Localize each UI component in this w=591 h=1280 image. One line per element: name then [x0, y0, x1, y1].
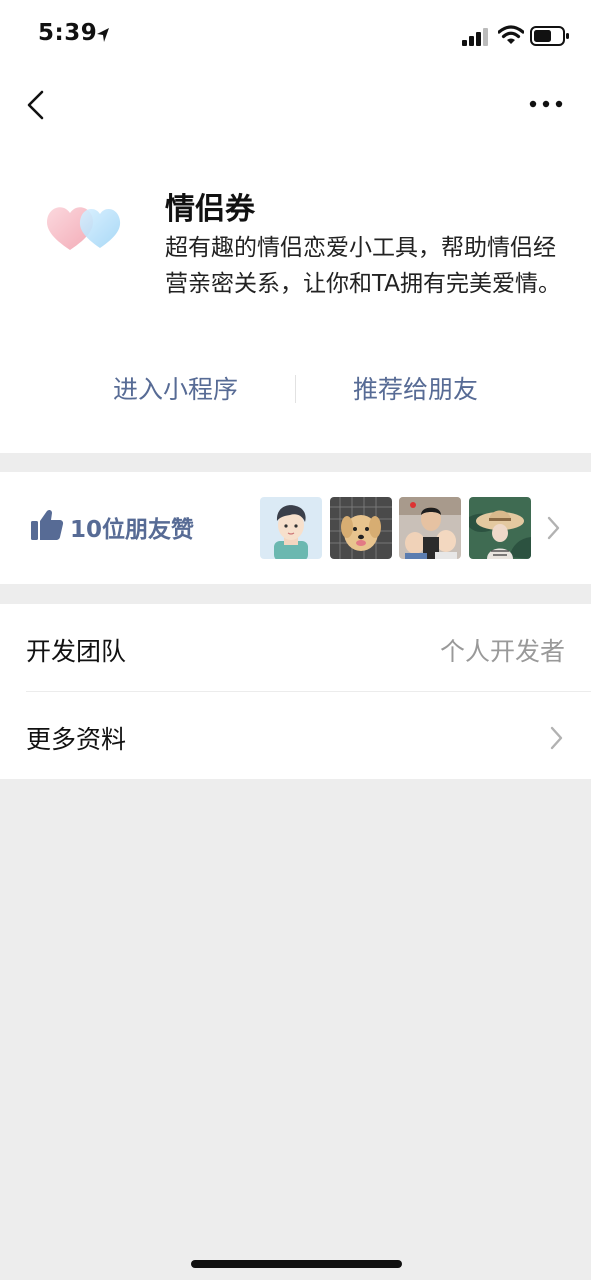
battery-icon — [530, 26, 569, 46]
more-info-label: 更多资料 — [26, 725, 127, 754]
friend-avatar-hat — [469, 497, 531, 559]
hearts-logo-icon — [46, 207, 121, 250]
more-info-row[interactable]: 更多资料 — [0, 692, 591, 779]
signal-icon — [462, 28, 488, 46]
back-chevron-icon[interactable] — [24, 88, 48, 122]
thumbs-up-icon — [31, 509, 64, 540]
more-dots-icon[interactable] — [528, 98, 564, 112]
chevron-right-icon — [550, 726, 563, 750]
app-title: 情侣券 — [165, 192, 255, 227]
chevron-right-icon — [547, 516, 560, 540]
location-arrow-icon — [97, 28, 109, 42]
developer-value: 个人开发者 — [439, 637, 565, 666]
wifi-icon — [498, 25, 524, 44]
friend-avatar-family — [399, 497, 461, 559]
nav-bar — [0, 70, 591, 140]
action-divider — [295, 375, 296, 403]
developer-row: 开发团队 个人开发者 — [0, 604, 591, 691]
friend-avatar-puppy — [330, 497, 392, 559]
enter-mini-program-button[interactable]: 进入小程序 — [88, 370, 263, 410]
recommend-to-friend-button[interactable]: 推荐给朋友 — [328, 370, 503, 410]
status-bar: 5:39 — [0, 0, 591, 70]
likes-count-text: 10位朋友赞 — [70, 517, 195, 543]
info-list: 开发团队 个人开发者 更多资料 — [0, 604, 591, 779]
developer-label: 开发团队 — [26, 637, 127, 666]
status-time: 5:39 — [38, 20, 98, 46]
friend-avatar-cartoon — [260, 497, 322, 559]
header-card: 5:39 情侣券 超有趣的情侣恋爱小工具，帮助情侣经营亲密关系，让你和TA拥有完… — [0, 0, 591, 453]
home-indicator[interactable] — [191, 1260, 402, 1268]
friends-likes-row[interactable]: 10位朋友赞 — [0, 472, 591, 584]
app-description: 超有趣的情侣恋爱小工具，帮助情侣经营亲密关系，让你和TA拥有完美爱情。 — [165, 235, 561, 297]
